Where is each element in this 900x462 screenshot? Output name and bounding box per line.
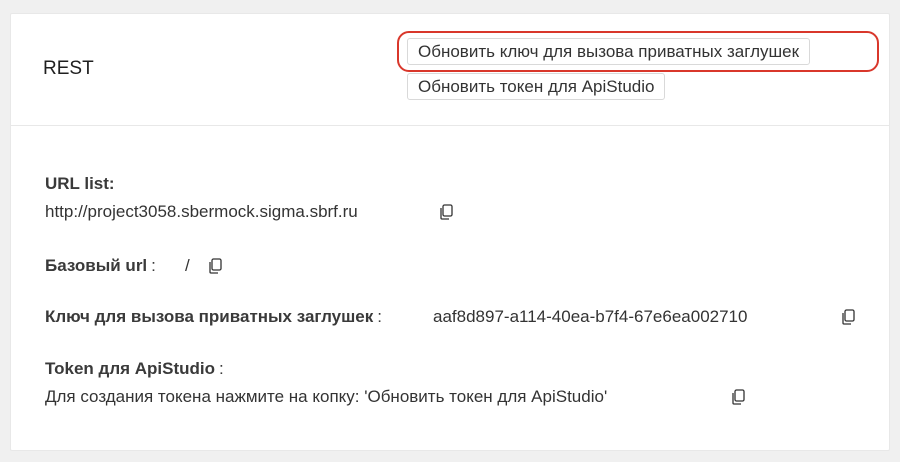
copy-icon[interactable] xyxy=(208,258,222,274)
base-url-sep: : xyxy=(151,256,156,275)
card-body: URL list: http://project3058.sbermock.si… xyxy=(45,125,889,450)
private-key-value: aaf8d897-a114-40ea-b7f4-67e6ea002710 xyxy=(433,307,748,326)
base-url-label: Базовый url: xyxy=(45,256,156,276)
rest-card: REST Обновить ключ для вызова приватных … xyxy=(10,13,890,451)
copy-icon[interactable] xyxy=(439,204,453,220)
private-key-label-text: Ключ для вызова приватных заглушек xyxy=(45,307,374,326)
card-title: REST xyxy=(43,58,94,79)
card-header: REST Обновить ключ для вызова приватных … xyxy=(11,14,889,126)
base-url-label-text: Базовый url xyxy=(45,256,148,275)
copy-icon[interactable] xyxy=(841,309,855,325)
url-list-label: URL list: xyxy=(45,174,115,193)
refresh-token-button[interactable]: Обновить токен для ApiStudio xyxy=(407,73,666,100)
apistudio-token-label-text: Token для ApiStudio xyxy=(45,359,216,378)
base-url-value: / xyxy=(185,256,190,275)
refresh-key-button[interactable]: Обновить ключ для вызова приватных заглу… xyxy=(407,38,811,65)
apistudio-token-value: Для создания токена нажмите на копку: 'О… xyxy=(45,387,608,406)
private-key-label: Ключ для вызова приватных заглушек: xyxy=(45,307,382,327)
apistudio-token-label: Token для ApiStudio: xyxy=(45,359,224,379)
private-key-sep: : xyxy=(377,307,382,326)
copy-icon[interactable] xyxy=(731,389,745,405)
url-list-value: http://project3058.sbermock.sigma.sbrf.r… xyxy=(45,202,358,221)
apistudio-token-sep: : xyxy=(219,359,224,378)
